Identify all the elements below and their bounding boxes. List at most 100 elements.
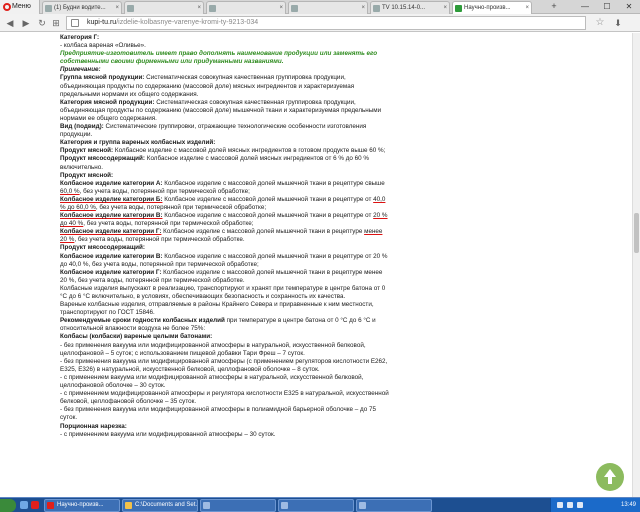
speed-dial-icon[interactable]: ⊞ [50, 17, 62, 29]
tab-favicon-icon [45, 5, 52, 12]
text-run: Предприятие-изготовитель имеет право доп… [60, 50, 378, 66]
tab-favicon-icon [373, 5, 380, 12]
back-icon[interactable]: ◀ [4, 17, 16, 29]
taskbar-item[interactable]: C:\Documents and Set... [122, 499, 198, 512]
start-button[interactable] [0, 499, 16, 512]
close-window-button[interactable]: ✕ [618, 0, 640, 13]
article-paragraph: Продукт мясосодержащий: [60, 244, 390, 252]
article-paragraph: - колбаса вареная «Оливье». [60, 42, 390, 50]
scrollbar-thumb[interactable] [634, 213, 639, 253]
tab-favicon-icon [455, 5, 462, 12]
tray-language-icon[interactable] [577, 502, 583, 508]
text-run: Колбасное изделие категории Г: [60, 228, 162, 236]
tab-close-icon[interactable]: × [525, 2, 529, 14]
tab-close-icon[interactable]: × [197, 2, 201, 14]
forward-icon[interactable]: ▶ [20, 17, 32, 29]
tab-favicon-icon [209, 5, 216, 12]
text-run: , без учета воды, потерянной при термиче… [83, 220, 254, 228]
system-tray: 13:49 [550, 498, 640, 512]
text-run: Продукт мясной: [60, 171, 114, 179]
tab-close-icon[interactable]: × [115, 2, 119, 14]
quicklaunch-opera-icon[interactable] [31, 501, 39, 509]
text-run: Колбасное изделие с массовой долей мышеч… [162, 195, 374, 203]
text-run: Продукт мясосодержащий: [60, 155, 146, 163]
article-paragraph: Колбасные изделия выпускают в реализацию… [60, 285, 390, 301]
browser-tab[interactable]: × [288, 1, 368, 14]
new-tab-button[interactable]: + [548, 2, 560, 12]
text-run: Колбасное изделие категории В: [60, 252, 163, 260]
browser-menu-label: Меню [12, 3, 31, 10]
article-paragraph: - без применения вакуума или модифициров… [60, 342, 390, 358]
text-run: Колбасы (колбаски) вареные целыми батона… [60, 333, 213, 341]
bookmark-star-icon[interactable]: ☆ [594, 17, 606, 29]
vertical-scrollbar[interactable] [632, 33, 640, 497]
maximize-button[interactable]: ☐ [596, 0, 618, 13]
taskbar-item[interactable] [200, 499, 276, 512]
article-paragraph: Группа мясной продукции: Систематическая… [60, 74, 390, 98]
tab-close-icon[interactable]: × [361, 2, 365, 14]
tab-close-icon[interactable]: × [443, 2, 447, 14]
article-paragraph: Продукт мясной: [60, 172, 390, 180]
article-paragraph: - без применения вакуума или модифициров… [60, 358, 390, 374]
taskbar-item[interactable]: Научно-произв... [44, 499, 120, 512]
address-bar[interactable]: kupi-tu.ru/izdelie-kolbasnye-varenye-kro… [66, 16, 586, 30]
quicklaunch-desktop-icon[interactable] [20, 501, 28, 509]
article-paragraph: Категория Г: [60, 34, 390, 42]
text-run: Продукт мясосодержащий: [60, 244, 146, 252]
text-run: Категория Г: [60, 34, 100, 41]
site-info-icon[interactable] [71, 19, 79, 27]
article-paragraph: Рекомендуемые сроки годности колбасных и… [60, 317, 390, 333]
taskbar-item[interactable] [278, 499, 354, 512]
text-run: - с применением вакуума или модифицирова… [60, 430, 276, 438]
address-domain: kupi-tu.ru [87, 19, 117, 26]
reload-icon[interactable]: ↻ [36, 17, 48, 29]
text-run: Порционная нарезка: [60, 422, 127, 430]
taskbar-app-icon [359, 502, 366, 509]
tab-close-icon[interactable]: × [279, 2, 283, 14]
minimize-button[interactable]: — [574, 0, 596, 13]
article-paragraph: - без применения вакуума или модифициров… [60, 406, 390, 422]
scroll-to-top-button[interactable] [596, 463, 624, 491]
browser-tab[interactable]: (1) Будни водите... × [42, 1, 122, 14]
browser-menu-button[interactable]: Меню [0, 0, 40, 14]
article-paragraph: Колбасное изделие категории Г: Колбасное… [60, 269, 390, 285]
downloads-icon[interactable]: ⬇ [612, 17, 624, 29]
article-paragraph: Категория мясной продукции: Систематичес… [60, 99, 390, 123]
text-run: Группа мясной продукции: [60, 74, 145, 82]
windows-taskbar: Научно-произв... C:\Documents and Set... … [0, 497, 640, 512]
tab-label: Научно-произв... [464, 5, 511, 11]
article-paragraph: Колбасное изделие категории Б: Колбасное… [60, 196, 390, 212]
article-paragraph: Колбасное изделие категории А: Колбасное… [60, 180, 390, 196]
article-paragraph: Вареные колбасные изделия, отправляемые … [60, 301, 390, 317]
tab-favicon-icon [291, 5, 298, 12]
tray-network-icon[interactable] [557, 502, 563, 508]
text-run: Колбасное изделие категории Б: [60, 195, 163, 203]
text-run: Колбасное изделие категории А: [60, 179, 163, 187]
article-paragraph: Колбасы (колбаски) вареные целыми батона… [60, 333, 390, 341]
page-content: Категория Г: - колбаса вареная «Оливье». П… [0, 33, 640, 497]
tab-favicon-icon [127, 5, 134, 12]
text-run: - колбаса вареная «Оливье». [60, 42, 146, 50]
taskbar-item[interactable] [356, 499, 432, 512]
text-run: Колбасные изделия выпускают в реализацию… [60, 284, 386, 300]
text-run: Вид (подвид): [60, 123, 104, 131]
browser-tab[interactable]: × [206, 1, 286, 14]
taskbar-app-icon [203, 502, 210, 509]
tab-label: (1) Будни водите... [54, 5, 106, 11]
navigation-toolbar: ◀ ▶ ↻ ⊞ kupi-tu.ru/izdelie-kolbasnye-var… [0, 14, 640, 32]
browser-tab[interactable]: × [124, 1, 204, 14]
text-run: Колбасное изделие с массовой долей мышеч… [162, 212, 374, 220]
text-run: Колбасное изделие категории Г: [60, 268, 162, 276]
text-run: Примечание: [60, 66, 101, 74]
taskbar-app-icon [281, 502, 288, 509]
text-run: - без применения вакуума или модифициров… [60, 357, 388, 373]
article-paragraph: Вид (подвид): Систематические группировк… [60, 123, 390, 139]
text-run: Продукт мясной: [60, 147, 114, 155]
text-run: - без применения вакуума или модифициров… [60, 341, 366, 357]
opera-logo-icon [3, 3, 11, 11]
browser-tab[interactable]: TV 10.15.14-0... × [370, 1, 450, 14]
tray-volume-icon[interactable] [567, 502, 573, 508]
article-paragraph: Порционная нарезка: [60, 423, 390, 431]
browser-tab[interactable]: Научно-произв... × [452, 1, 532, 14]
text-run: Категория и группа вареных колбасных изд… [60, 139, 216, 147]
